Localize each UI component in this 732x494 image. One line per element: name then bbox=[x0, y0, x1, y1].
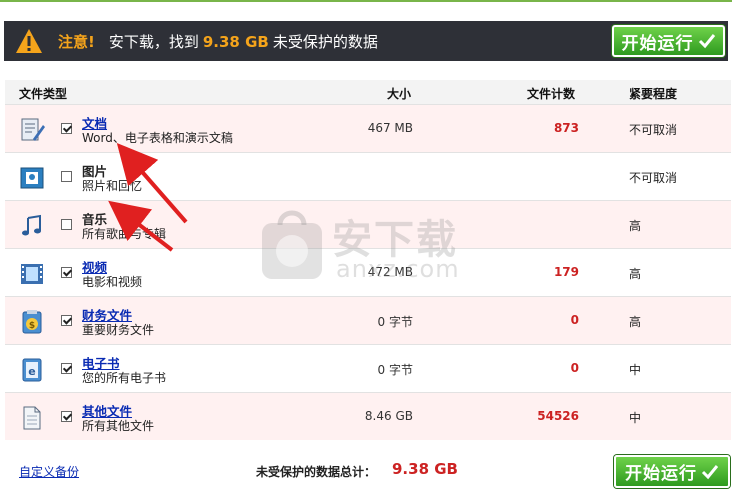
row-checkbox[interactable] bbox=[61, 123, 72, 134]
custom-backup-link[interactable]: 自定义备份 bbox=[19, 463, 79, 480]
warning-label: 注意! bbox=[58, 32, 95, 51]
row-type-desc: Word、电子表格和演示文稿 bbox=[82, 131, 233, 145]
row-size: 467 MB bbox=[367, 121, 413, 135]
row-type-desc: 电影和视频 bbox=[82, 275, 143, 289]
row-checkbox[interactable] bbox=[61, 267, 72, 278]
table-row: 图片 照片和回忆 不可取消 bbox=[5, 152, 731, 200]
row-priority: 高 bbox=[629, 267, 642, 281]
header-type: 文件类型 bbox=[19, 87, 68, 101]
row-size: 8.46 GB bbox=[364, 409, 413, 423]
header-count: 文件计数 bbox=[527, 87, 576, 101]
start-button-label: 开始运行 bbox=[621, 33, 694, 54]
start-button-top[interactable]: 开始运行 bbox=[612, 25, 725, 57]
watermark: 安下载 anxz.com bbox=[258, 203, 478, 285]
header-priority: 紧要程度 bbox=[629, 87, 678, 101]
row-count: 179 bbox=[553, 265, 579, 279]
row-size: 0 字节 bbox=[377, 315, 413, 329]
row-priority: 中 bbox=[629, 363, 642, 377]
table-header: 文件类型 大小 文件计数 紧要程度 bbox=[5, 80, 731, 104]
warning-message: 安下载，找到 9.38 GB 未受保护的数据 bbox=[108, 32, 378, 51]
svg-text:$: $ bbox=[29, 321, 35, 331]
row-count: 0 bbox=[570, 313, 579, 327]
row-priority: 中 bbox=[629, 411, 642, 425]
row-priority: 高 bbox=[629, 315, 642, 329]
ebook-icon: e bbox=[19, 357, 45, 383]
table-row: e 电子书 您的所有电子书 0 字节 0 中 bbox=[5, 344, 731, 392]
row-type-desc: 照片和回忆 bbox=[82, 179, 143, 193]
finance-icon: $ bbox=[19, 309, 45, 335]
row-checkbox[interactable] bbox=[61, 363, 72, 374]
row-priority: 不可取消 bbox=[629, 171, 678, 185]
table-row: 其他文件 所有其他文件 8.46 GB 54526 中 bbox=[5, 392, 731, 440]
video-icon bbox=[19, 261, 45, 287]
total-label: 未受保护的数据总计： bbox=[256, 465, 377, 479]
start-button-bottom[interactable]: 开始运行 bbox=[614, 455, 730, 488]
table-row: 文档 Word、电子表格和演示文稿 467 MB 873 不可取消 bbox=[5, 104, 731, 152]
row-type-desc: 所有其他文件 bbox=[82, 419, 155, 433]
row-size: 0 字节 bbox=[377, 363, 413, 377]
checkmark-icon bbox=[698, 34, 715, 49]
svg-text:e: e bbox=[28, 365, 35, 378]
row-checkbox[interactable] bbox=[61, 411, 72, 422]
row-count: 0 bbox=[570, 361, 579, 375]
checkmark-icon bbox=[701, 464, 719, 479]
watermark-bag-icon bbox=[262, 210, 322, 279]
row-checkbox[interactable] bbox=[61, 219, 72, 230]
picture-icon bbox=[19, 165, 45, 191]
row-count: 54526 bbox=[537, 409, 579, 423]
header-size: 大小 bbox=[387, 87, 412, 101]
row-count: 873 bbox=[553, 121, 579, 135]
total-value: 9.38 GB bbox=[392, 460, 458, 478]
warning-size: 9.38 GB bbox=[202, 32, 269, 51]
top-accent-line bbox=[0, 0, 732, 2]
row-priority: 不可取消 bbox=[629, 123, 678, 137]
row-priority: 高 bbox=[629, 219, 642, 233]
other-file-icon bbox=[19, 405, 45, 431]
row-checkbox[interactable] bbox=[61, 315, 72, 326]
music-icon bbox=[19, 213, 45, 239]
row-type-desc: 所有歌曲与专辑 bbox=[82, 227, 167, 241]
start-button-label: 开始运行 bbox=[625, 464, 697, 484]
watermark-subtext: anxz.com bbox=[336, 255, 460, 283]
row-type-desc: 您的所有电子书 bbox=[82, 371, 167, 385]
row-type-desc: 重要财务文件 bbox=[82, 323, 155, 337]
warning-icon bbox=[14, 27, 44, 55]
table-row: $ 财务文件 重要财务文件 0 字节 0 高 bbox=[5, 296, 731, 344]
document-icon bbox=[19, 117, 45, 143]
row-checkbox[interactable] bbox=[61, 171, 72, 182]
